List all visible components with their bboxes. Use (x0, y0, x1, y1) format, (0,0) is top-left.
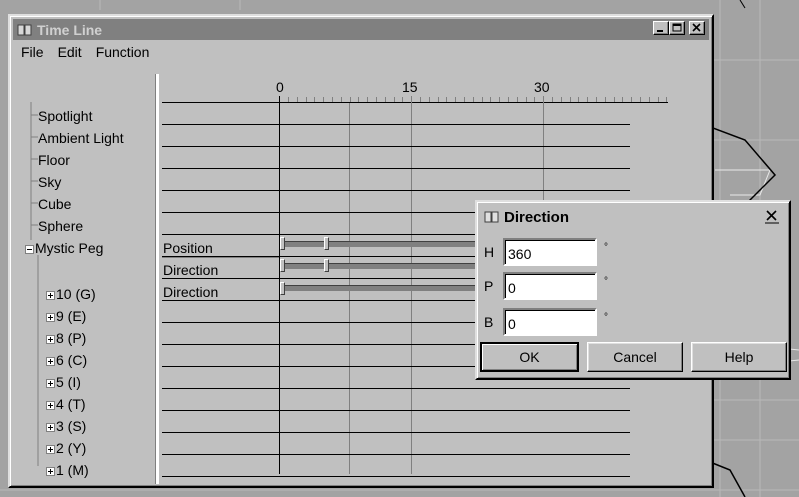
track-line (162, 124, 630, 125)
tree-item-9e[interactable]: 9 (E) (46, 308, 86, 324)
expand-icon[interactable] (46, 334, 55, 344)
track-line (162, 146, 630, 147)
track-line (162, 388, 630, 389)
minimize-icon (657, 30, 663, 32)
keyframe-handle[interactable] (280, 282, 285, 295)
track-line (162, 476, 630, 477)
expand-icon[interactable] (46, 378, 55, 388)
tree-item-sky[interactable]: Sky (38, 174, 61, 190)
tree-item-cube[interactable]: Cube (38, 196, 71, 212)
field-label-b: B (484, 314, 494, 330)
cancel-button[interactable]: Cancel (587, 342, 683, 372)
help-button[interactable]: Help (691, 342, 787, 372)
track-label-position: Position (163, 240, 213, 256)
keyframe-bar-position[interactable] (283, 241, 479, 247)
minimize-button[interactable] (653, 21, 669, 35)
track-label-divider (162, 257, 279, 258)
tree-item-1m[interactable]: 1 (M) (46, 462, 89, 478)
ruler-label-15: 15 (402, 79, 418, 95)
field-label-p: P (484, 278, 494, 294)
tree-item-mystic-peg[interactable]: Mystic Peg (25, 240, 103, 256)
tree-label: Mystic Peg (35, 240, 104, 256)
bank-input[interactable] (503, 308, 597, 336)
keyframe-handle[interactable] (324, 259, 329, 272)
tree-item-sphere[interactable]: Sphere (38, 218, 83, 234)
expand-icon[interactable] (46, 290, 55, 300)
close-icon (765, 210, 779, 224)
tree-label: 1 (M) (56, 462, 89, 478)
direction-dialog: Direction H ° P ° B ° OK Cancel Help (475, 200, 791, 380)
ok-button[interactable]: OK (480, 342, 579, 372)
tree-item-5i[interactable]: 5 (I) (46, 374, 81, 390)
tree-label: 5 (I) (56, 374, 81, 390)
keyframe-bar-direction-2[interactable] (283, 285, 479, 291)
tree-item-ambient-light[interactable]: Ambient Light (38, 130, 124, 146)
tree-label: 6 (C) (56, 352, 88, 368)
close-icon (692, 23, 701, 32)
field-label-h: H (484, 244, 495, 260)
tree-item-2y[interactable]: 2 (Y) (46, 440, 86, 456)
expand-icon[interactable] (46, 422, 55, 432)
tree-label: 8 (P) (56, 330, 87, 346)
tree-item-10g[interactable]: 10 (G) (46, 286, 96, 302)
track-label-direction-2: Direction (163, 284, 219, 300)
ruler-label-30: 30 (534, 79, 550, 95)
tree-label: 4 (T) (56, 396, 86, 412)
ruler-baseline (162, 102, 668, 103)
track-line (162, 190, 630, 191)
app-icon (484, 211, 499, 223)
tree-item-6c[interactable]: 6 (C) (46, 352, 87, 368)
expand-icon[interactable] (46, 400, 55, 410)
keyframe-handle[interactable] (324, 237, 329, 250)
pitch-input[interactable] (503, 272, 597, 300)
collapse-icon[interactable] (25, 244, 34, 254)
tree-label: 9 (E) (56, 308, 87, 324)
close-button[interactable] (689, 21, 705, 35)
heading-input[interactable] (503, 238, 597, 266)
tree-item-4t[interactable]: 4 (T) (46, 396, 86, 412)
maximize-button[interactable] (669, 21, 685, 35)
unit-p: ° (604, 276, 608, 287)
tree-label: 2 (Y) (56, 440, 87, 456)
tree-label: 10 (G) (56, 286, 96, 302)
tree-label: 3 (S) (56, 418, 87, 434)
tree-item-floor[interactable]: Floor (38, 152, 70, 168)
expand-icon[interactable] (46, 444, 55, 454)
unit-h: ° (604, 242, 608, 253)
maximize-icon (672, 23, 682, 32)
track-line (162, 432, 630, 433)
track-line (162, 168, 630, 169)
dialog-close-button[interactable] (764, 208, 780, 224)
unit-b: ° (604, 312, 608, 323)
dialog-title: Direction (504, 208, 570, 226)
tree-item-8p[interactable]: 8 (P) (46, 330, 86, 346)
track-label-direction: Direction (163, 262, 219, 278)
tree-item-3s[interactable]: 3 (S) (46, 418, 86, 434)
keyframe-handle[interactable] (280, 259, 285, 272)
ruler-label-0: 0 (276, 79, 284, 95)
keyframe-bar-direction[interactable] (283, 263, 479, 269)
dialog-titlebar[interactable]: Direction (480, 205, 786, 229)
expand-icon[interactable] (46, 312, 55, 322)
track-line (162, 454, 630, 455)
expand-icon[interactable] (46, 466, 55, 476)
tree-item-spotlight[interactable]: Spotlight (38, 108, 92, 124)
keyframe-handle[interactable] (280, 237, 285, 250)
expand-icon[interactable] (46, 356, 55, 366)
track-line (162, 410, 630, 411)
